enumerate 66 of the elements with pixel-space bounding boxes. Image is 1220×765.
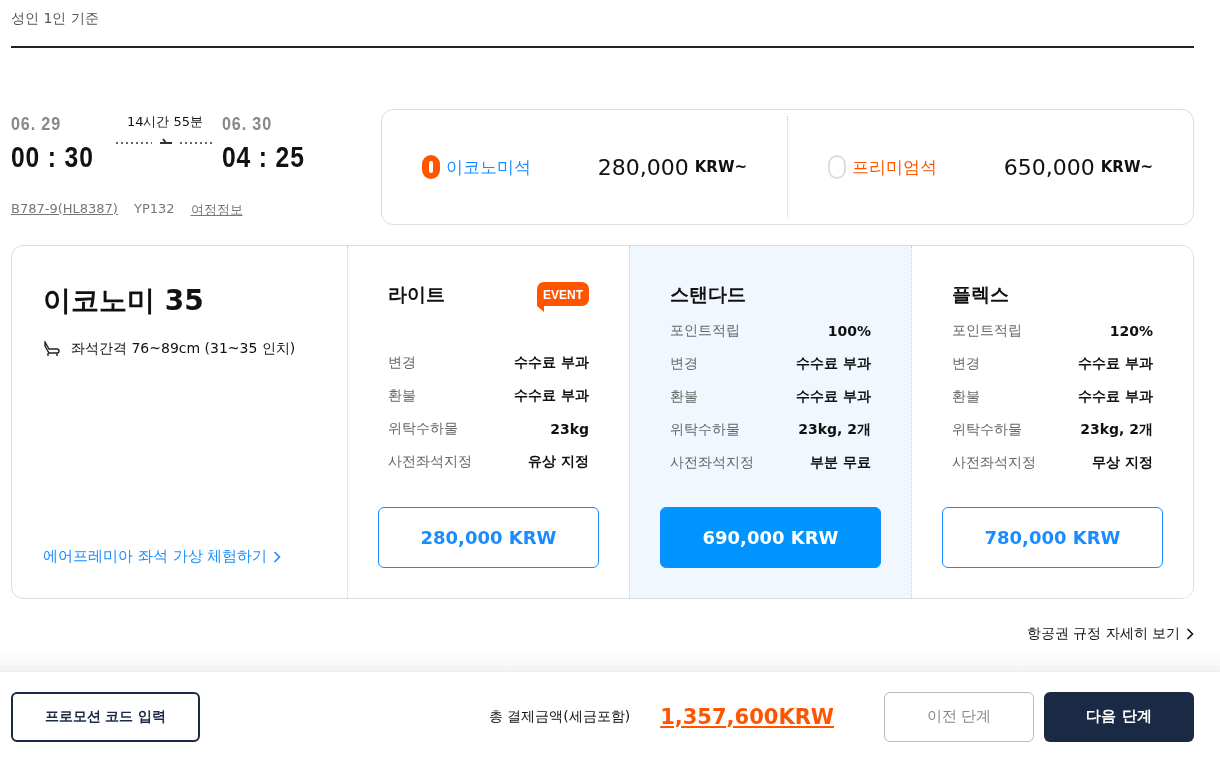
departure-date: 06. 29 <box>11 113 62 135</box>
fare-attribute-label: 위탁수하물 <box>952 420 1022 439</box>
fare-attribute-value: 수수료 부과 <box>796 387 871 406</box>
arrival-date: 06. 30 <box>221 113 273 135</box>
radio-icon[interactable] <box>422 155 440 179</box>
total-amount: 1,357,600KRW <box>660 704 834 729</box>
fare-attribute-value: 수수료 부과 <box>796 354 871 373</box>
fare-attribute-value: 23kg, 2개 <box>1080 420 1153 439</box>
previous-step-button[interactable]: 이전 단계 <box>884 691 1034 742</box>
fare-attribute-label: 포인트적립 <box>670 321 740 340</box>
fare-attribute-value: 수수료 부과 <box>514 386 589 405</box>
cabin-name[interactable]: 프리미엄석 <box>852 155 1004 179</box>
fare-attribute-value: 수수료 부과 <box>514 353 589 372</box>
itinerary-link[interactable]: 여정정보 <box>190 201 243 219</box>
radio-icon[interactable] <box>828 155 846 179</box>
fare-attribute-value: 100% <box>827 322 871 339</box>
fare-attribute-value: 수수료 부과 <box>1078 387 1153 406</box>
cabin-title: 이코노미 35 <box>43 283 205 319</box>
promo-code-button[interactable]: 프로모션 코드 입력 <box>11 691 200 742</box>
currency-label: KRW~ <box>694 158 747 176</box>
cabin-price: 280,000 <box>597 154 689 180</box>
seat-pitch: 좌석간격 76~89cm (31~35 인치) <box>71 340 296 358</box>
chevron-right-icon <box>273 550 282 563</box>
fare-attribute-value: 무상 지정 <box>1092 453 1153 472</box>
fare-column[interactable]: 플렉스 포인트적립 120% 변경 수수료 부과 환불 수수료 부과 위탁수하물 23kg, 2개 사전좌석지정 무상 지정 780,000 KRW <box>911 246 1193 598</box>
fare-attribute-label: 변경 <box>952 354 980 373</box>
departure-time: 00 : 30 <box>11 141 94 174</box>
total-label: 총 결제금액(세금포함) <box>488 707 631 726</box>
chevron-right-icon <box>1186 628 1194 640</box>
fare-attribute-value: 수수료 부과 <box>1078 354 1153 373</box>
event-badge: EVENT <box>537 282 589 312</box>
fare-attribute-label: 위탁수하물 <box>388 419 458 438</box>
fare-name: 스탠다드 <box>670 282 746 307</box>
fare-price-button[interactable]: 690,000 KRW <box>660 507 881 568</box>
cabin-price: 650,000 <box>1003 154 1095 180</box>
seat-icon <box>43 341 61 357</box>
fare-attribute-value: 부분 무료 <box>810 453 871 472</box>
fare-attribute-value: 120% <box>1109 322 1153 339</box>
fare-attribute-label: 환불 <box>952 387 980 406</box>
fare-price-button[interactable]: 780,000 KRW <box>942 507 1163 568</box>
fare-attribute-label: 사전좌석지정 <box>388 452 472 471</box>
fare-attribute-label: 환불 <box>670 387 698 406</box>
fare-attribute-value: 23kg, 2개 <box>798 420 871 439</box>
next-step-button[interactable]: 다음 단계 <box>1044 691 1194 742</box>
flight-number: YP132 <box>133 201 175 218</box>
fare-price-button[interactable]: 280,000 KRW <box>378 507 599 568</box>
currency-label: KRW~ <box>1100 158 1153 176</box>
fare-attribute-value: 유상 지정 <box>528 452 589 471</box>
fare-attribute-label: 환불 <box>388 386 416 405</box>
fare-attribute-label: 사전좌석지정 <box>952 453 1036 472</box>
fare-attribute-label: 변경 <box>388 353 416 372</box>
passenger-note: 성인 1인 기준 <box>11 10 99 28</box>
cabin-name[interactable]: 이코노미석 <box>446 155 598 179</box>
fare-attribute-label: 포인트적립 <box>952 321 1022 340</box>
fare-rules-link[interactable]: 항공권 규정 자세히 보기 <box>1026 625 1194 643</box>
flight-duration: 14시간 55분 <box>126 113 204 131</box>
fare-name: 라이트 <box>388 282 445 307</box>
fare-attribute-label: 위탁수하물 <box>670 420 740 439</box>
fare-attribute-label: 변경 <box>670 354 698 373</box>
aircraft-link[interactable]: B787-9(HL8387) <box>11 201 118 219</box>
arrival-time: 04 : 25 <box>221 141 305 174</box>
fare-column[interactable]: 스탠다드 포인트적립 100% 변경 수수료 부과 환불 수수료 부과 위탁수하물 23kg, 2개 사전좌석지정 부분 무료 690,000 KRW <box>629 246 911 598</box>
seat-experience-link[interactable]: 에어프레미아 좌석 가상 체험하기 <box>43 547 347 566</box>
fare-attribute-label: 사전좌석지정 <box>670 453 754 472</box>
fare-attribute-value: 23kg <box>550 420 589 437</box>
fare-name: 플렉스 <box>952 282 1009 307</box>
